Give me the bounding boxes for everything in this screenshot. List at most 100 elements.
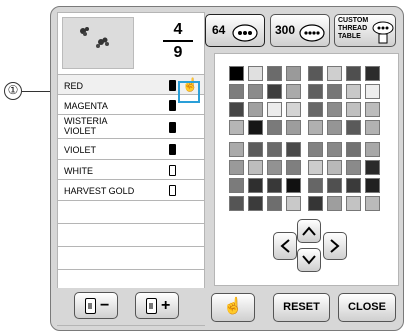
thread-row-empty bbox=[58, 247, 204, 270]
color-swatch[interactable] bbox=[267, 102, 282, 117]
color-swatch[interactable] bbox=[327, 120, 342, 135]
color-swatch[interactable] bbox=[248, 196, 263, 211]
chevron-down-icon bbox=[302, 255, 316, 265]
color-swatch[interactable] bbox=[327, 178, 342, 193]
custom-thread-table-button[interactable]: CUSTOM THREAD TABLE bbox=[334, 14, 396, 47]
color-swatch[interactable] bbox=[286, 84, 301, 99]
color-swatch[interactable] bbox=[308, 196, 323, 211]
thread-name: MAGENTA bbox=[64, 100, 108, 111]
color-swatch[interactable] bbox=[267, 178, 282, 193]
color-swatch[interactable] bbox=[229, 178, 244, 193]
spool-plus-button[interactable]: + bbox=[135, 292, 179, 319]
color-swatch[interactable] bbox=[286, 160, 301, 175]
color-swatch[interactable] bbox=[308, 102, 323, 117]
color-swatch[interactable] bbox=[267, 120, 282, 135]
spool-icon bbox=[169, 185, 176, 196]
thread-row-harvest-gold[interactable]: HARVEST GOLD bbox=[58, 180, 204, 201]
palette-300-button[interactable]: 300 bbox=[270, 14, 330, 47]
chevron-left-icon bbox=[280, 239, 290, 253]
spool-icon bbox=[169, 164, 176, 176]
color-swatch[interactable] bbox=[248, 102, 263, 117]
color-swatch[interactable] bbox=[365, 84, 380, 99]
color-palette-panel bbox=[214, 53, 399, 286]
color-swatch[interactable] bbox=[229, 120, 244, 135]
color-swatch[interactable] bbox=[267, 196, 282, 211]
thread-row-empty bbox=[58, 224, 204, 247]
color-swatch[interactable] bbox=[308, 178, 323, 193]
color-swatch[interactable] bbox=[346, 178, 361, 193]
thread-row-violet[interactable]: VIOLET bbox=[58, 139, 204, 160]
close-button[interactable]: CLOSE bbox=[338, 293, 396, 322]
color-swatch[interactable] bbox=[365, 102, 380, 117]
color-swatch[interactable] bbox=[308, 142, 323, 157]
color-swatch[interactable] bbox=[267, 84, 282, 99]
color-swatch[interactable] bbox=[248, 66, 263, 81]
color-swatch[interactable] bbox=[248, 84, 263, 99]
pattern-thumbnail bbox=[62, 17, 134, 69]
color-swatch[interactable] bbox=[229, 196, 244, 211]
color-swatch[interactable] bbox=[327, 160, 342, 175]
color-swatch[interactable] bbox=[365, 142, 380, 157]
color-swatch[interactable] bbox=[267, 142, 282, 157]
color-swatch[interactable] bbox=[327, 84, 342, 99]
plus-symbol: + bbox=[161, 297, 171, 314]
color-swatch[interactable] bbox=[327, 142, 342, 157]
arrow-left-button[interactable] bbox=[273, 232, 297, 260]
color-swatch[interactable] bbox=[346, 160, 361, 175]
chevron-up-icon bbox=[302, 226, 316, 236]
thread-row-white[interactable]: WHITE bbox=[58, 160, 204, 180]
color-swatch[interactable] bbox=[327, 196, 342, 211]
color-swatch[interactable] bbox=[267, 160, 282, 175]
color-swatch[interactable] bbox=[286, 178, 301, 193]
arrow-right-button[interactable] bbox=[323, 232, 347, 260]
color-swatch[interactable] bbox=[346, 196, 361, 211]
reset-button[interactable]: RESET bbox=[273, 293, 330, 322]
color-swatch[interactable] bbox=[286, 120, 301, 135]
color-swatch[interactable] bbox=[308, 66, 323, 81]
hand-select-button[interactable]: ☝ bbox=[211, 293, 255, 322]
color-swatch[interactable] bbox=[308, 160, 323, 175]
color-swatch[interactable] bbox=[229, 160, 244, 175]
color-swatch[interactable] bbox=[346, 66, 361, 81]
color-swatch[interactable] bbox=[248, 142, 263, 157]
spool-icon bbox=[85, 298, 96, 314]
arrow-down-button[interactable] bbox=[297, 248, 321, 272]
color-swatch[interactable] bbox=[248, 120, 263, 135]
selection-highlight bbox=[178, 81, 200, 103]
color-swatch[interactable] bbox=[327, 102, 342, 117]
color-swatch[interactable] bbox=[365, 120, 380, 135]
color-swatch[interactable] bbox=[365, 196, 380, 211]
color-swatch[interactable] bbox=[346, 142, 361, 157]
color-swatch[interactable] bbox=[286, 196, 301, 211]
thread-name: RED bbox=[64, 81, 84, 91]
callout-marker: ① bbox=[4, 82, 22, 100]
color-swatch[interactable] bbox=[248, 178, 263, 193]
color-swatch[interactable] bbox=[229, 66, 244, 81]
color-swatch[interactable] bbox=[365, 66, 380, 81]
color-swatch[interactable] bbox=[229, 102, 244, 117]
color-swatch[interactable] bbox=[286, 102, 301, 117]
color-swatch[interactable] bbox=[248, 160, 263, 175]
color-swatch[interactable] bbox=[346, 84, 361, 99]
color-swatch[interactable] bbox=[308, 120, 323, 135]
spool-minus-button[interactable]: − bbox=[74, 292, 118, 319]
color-swatch[interactable] bbox=[365, 178, 380, 193]
color-swatch[interactable] bbox=[286, 66, 301, 81]
spool-icon bbox=[169, 122, 176, 133]
chevron-right-icon bbox=[330, 239, 340, 253]
thread-panel: 4 9 RED ☝ MAGENTA WISTERIA VIOLET VIOLET… bbox=[57, 12, 205, 326]
palette-64-button[interactable]: 64 bbox=[205, 14, 265, 47]
color-swatch[interactable] bbox=[327, 66, 342, 81]
color-swatch[interactable] bbox=[267, 66, 282, 81]
thread-name: WHITE bbox=[64, 165, 93, 176]
color-swatch[interactable] bbox=[346, 102, 361, 117]
current-color-number: 4 bbox=[173, 21, 183, 38]
color-swatch[interactable] bbox=[229, 84, 244, 99]
color-swatch[interactable] bbox=[286, 142, 301, 157]
color-swatch[interactable] bbox=[229, 142, 244, 157]
color-swatch[interactable] bbox=[308, 84, 323, 99]
thread-row-wisteria-violet[interactable]: WISTERIA VIOLET bbox=[58, 115, 204, 139]
color-swatch[interactable] bbox=[365, 160, 380, 175]
color-swatch[interactable] bbox=[346, 120, 361, 135]
arrow-up-button[interactable] bbox=[297, 219, 321, 243]
